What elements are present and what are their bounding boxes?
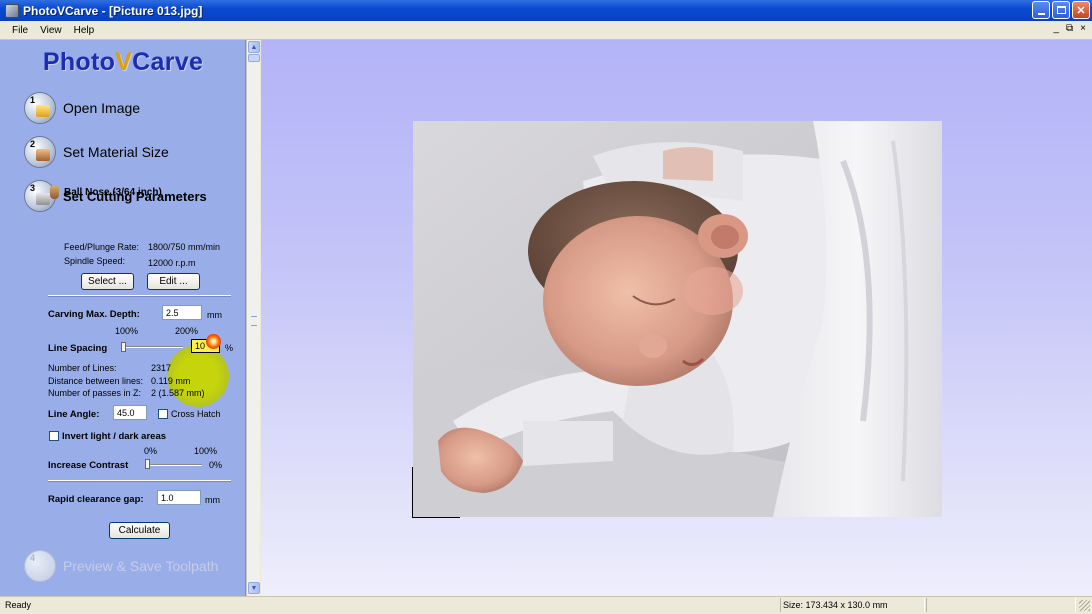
step-4-icon: 4 (24, 550, 56, 582)
close-icon: ✕ (1076, 4, 1086, 17)
separator (48, 295, 231, 296)
cross-hatch-checkbox[interactable] (158, 409, 168, 419)
feed-rate-value: 1800/750 mm/min (148, 242, 221, 252)
photo-image (413, 121, 942, 517)
rapid-clearance-input[interactable]: 1.0 (157, 490, 201, 505)
invert-label: Invert light / dark areas (62, 431, 167, 442)
step-label: Set Material Size (63, 144, 169, 160)
status-segment (926, 598, 1076, 612)
mdi-minimize-button[interactable]: _ (1053, 23, 1059, 34)
scrollbar-grip (251, 316, 257, 326)
window-title: PhotoVCarve - [Picture 013.jpg] (23, 3, 203, 18)
title-bar: PhotoVCarve - [Picture 013.jpg] ✕ (0, 0, 1092, 21)
spindle-speed-label: Spindle Speed: (64, 256, 126, 266)
distance-between-lines-value: 0.119 mm (151, 376, 191, 386)
ball-nose-tool-icon (50, 186, 59, 199)
carving-depth-input[interactable]: 2.5 (162, 305, 202, 320)
close-button[interactable]: ✕ (1072, 1, 1090, 19)
step-open-image[interactable]: 1 Open Image (24, 92, 140, 124)
step-1-icon: 1 (24, 92, 56, 124)
select-tool-button[interactable]: Select ... (81, 273, 134, 290)
step-set-material-size[interactable]: 2 Set Material Size (24, 136, 169, 168)
separator (48, 480, 231, 481)
resize-grip[interactable] (1079, 600, 1090, 611)
line-spacing-max-label: 200% (175, 326, 199, 336)
contrast-slider-thumb[interactable] (145, 459, 150, 469)
contrast-max-label: 100% (194, 446, 218, 456)
scroll-up-button[interactable]: ▲ (248, 41, 260, 53)
line-angle-label: Line Angle: (48, 409, 100, 420)
carving-depth-label: Carving Max. Depth: (48, 309, 140, 320)
chevron-up-icon: ▲ (250, 43, 258, 51)
line-spacing-slider-thumb[interactable] (121, 342, 126, 352)
carving-depth-unit: mm (207, 310, 222, 320)
mdi-close-button[interactable]: × (1080, 23, 1086, 34)
distance-between-lines-label: Distance between lines: (48, 376, 144, 386)
invert-checkbox[interactable] (49, 431, 59, 441)
passes-in-z-value: 2 (1.587 mm) (151, 388, 205, 398)
step-2-icon: 2 (24, 136, 56, 168)
menu-help[interactable]: Help (74, 25, 95, 36)
line-spacing-slider[interactable] (121, 346, 183, 348)
scrollbar-thumb[interactable] (248, 54, 260, 62)
number-of-lines-label: Number of Lines: (48, 363, 117, 373)
left-panel-scrollbar[interactable]: ▲ ▼ (246, 40, 260, 596)
scroll-down-button[interactable]: ▼ (248, 582, 260, 594)
mdi-restore-button[interactable]: ⧉ (1066, 23, 1073, 34)
status-text: Ready (5, 600, 32, 610)
menu-file[interactable]: File (12, 25, 28, 36)
contrast-min-label: 0% (144, 446, 158, 456)
minimize-button[interactable] (1032, 1, 1050, 19)
line-spacing-label: Line Spacing (48, 343, 108, 354)
minimize-icon (1037, 12, 1045, 15)
app-logo: PhotoVCarve (42, 48, 204, 76)
status-size: Size: 173.434 x 130.0 mm (783, 600, 888, 610)
calculate-button[interactable]: Calculate (109, 522, 170, 539)
tool-name: Ball Nose (3/64 inch) (64, 187, 162, 198)
menu-bar: File View Help _ ⧉ × (0, 21, 1092, 40)
line-angle-input[interactable]: 45.0 (113, 405, 147, 420)
chevron-down-icon: ▼ (250, 584, 258, 592)
step-label: Open Image (63, 100, 141, 116)
edit-tool-button[interactable]: Edit ... (147, 273, 200, 290)
passes-in-z-label: Number of passes in Z: (48, 388, 142, 398)
status-bar: Ready Size: 173.434 x 130.0 mm (0, 596, 1092, 614)
app-icon (5, 3, 19, 18)
contrast-value: 0% (209, 460, 223, 470)
contrast-slider[interactable] (146, 464, 202, 466)
menu-view[interactable]: View (40, 25, 62, 36)
spindle-speed-value: 12000 r.p.m (148, 258, 196, 268)
line-spacing-unit: % (225, 343, 234, 353)
cross-hatch-label: Cross Hatch (171, 409, 221, 419)
line-spacing-min-label: 100% (115, 326, 139, 336)
step-preview-save-toolpath[interactable]: 4 Preview & Save Toolpath (24, 550, 218, 582)
loaded-photo (413, 121, 942, 517)
rapid-clearance-unit: mm (205, 495, 220, 505)
mouse-cursor-indicator (206, 334, 221, 349)
maximize-icon (1056, 6, 1066, 14)
rapid-clearance-label: Rapid clearance gap: (48, 494, 144, 505)
increase-contrast-label: Increase Contrast (48, 460, 129, 471)
maximize-button[interactable] (1052, 1, 1070, 19)
feed-rate-label: Feed/Plunge Rate: (64, 242, 140, 252)
step-label: Preview & Save Toolpath (63, 558, 219, 574)
left-panel: PhotoVCarve 1 Open Image 2 Set Material … (0, 40, 246, 596)
number-of-lines-value: 2317 (151, 363, 172, 373)
